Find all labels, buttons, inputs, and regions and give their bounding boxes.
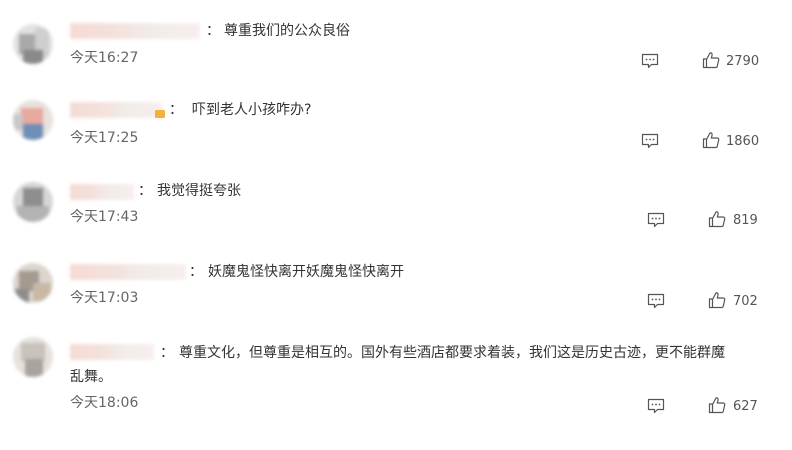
avatar[interactable] [13,24,53,64]
comment-text: 我觉得挺夸张 [157,183,241,199]
comment-text-line1: 尊重文化，但尊重是相互的。国外有些酒店都要求着装，我们这是历史古迹，更不能群魔 [179,345,725,361]
like-count: 2790 [726,54,760,69]
comment-time: 今天17:03 [70,290,139,306]
comment-time: 今天17:43 [70,209,139,225]
thumbs-up-icon[interactable] [708,210,726,228]
avatar[interactable] [13,337,53,377]
comment-icon[interactable] [647,398,665,414]
username-redacted[interactable] [70,102,162,118]
like-count: 819 [733,213,758,228]
thumbs-up-icon[interactable] [702,51,720,69]
avatar[interactable] [13,263,53,303]
avatar[interactable] [13,100,53,140]
comment-icon[interactable] [641,53,659,69]
username-redacted[interactable] [70,264,186,280]
separator-colon: ： [160,345,174,361]
separator-colon: ： [206,23,220,39]
thumbs-up-icon[interactable] [708,291,726,309]
comment-text: 尊重我们的公众良俗 [224,23,350,39]
thumbs-up-icon[interactable] [702,131,720,149]
like-count: 1860 [726,134,760,149]
like-count: 627 [733,399,758,414]
comment-icon[interactable] [641,133,659,149]
vip-badge-icon [155,110,165,118]
like-count: 702 [733,294,758,309]
comment-text-line2: 乱舞。 [70,369,112,385]
separator-colon: ： [189,264,203,280]
separator-colon: ： [169,102,183,118]
comment-time: 今天16:27 [70,50,139,66]
avatar[interactable] [13,182,53,222]
username-redacted[interactable] [70,184,134,200]
separator-colon: ： [138,183,152,199]
comment-text: 妖魔鬼怪快离开妖魔鬼怪快离开 [208,264,404,280]
username-redacted[interactable] [70,23,200,39]
username-redacted[interactable] [70,344,154,360]
comment-icon[interactable] [647,212,665,228]
thumbs-up-icon[interactable] [708,396,726,414]
comment-text: 吓到老人小孩咋办? [192,102,312,118]
comment-time: 今天17:25 [70,130,139,146]
comment-icon[interactable] [647,293,665,309]
comment-time: 今天18:06 [70,395,139,411]
